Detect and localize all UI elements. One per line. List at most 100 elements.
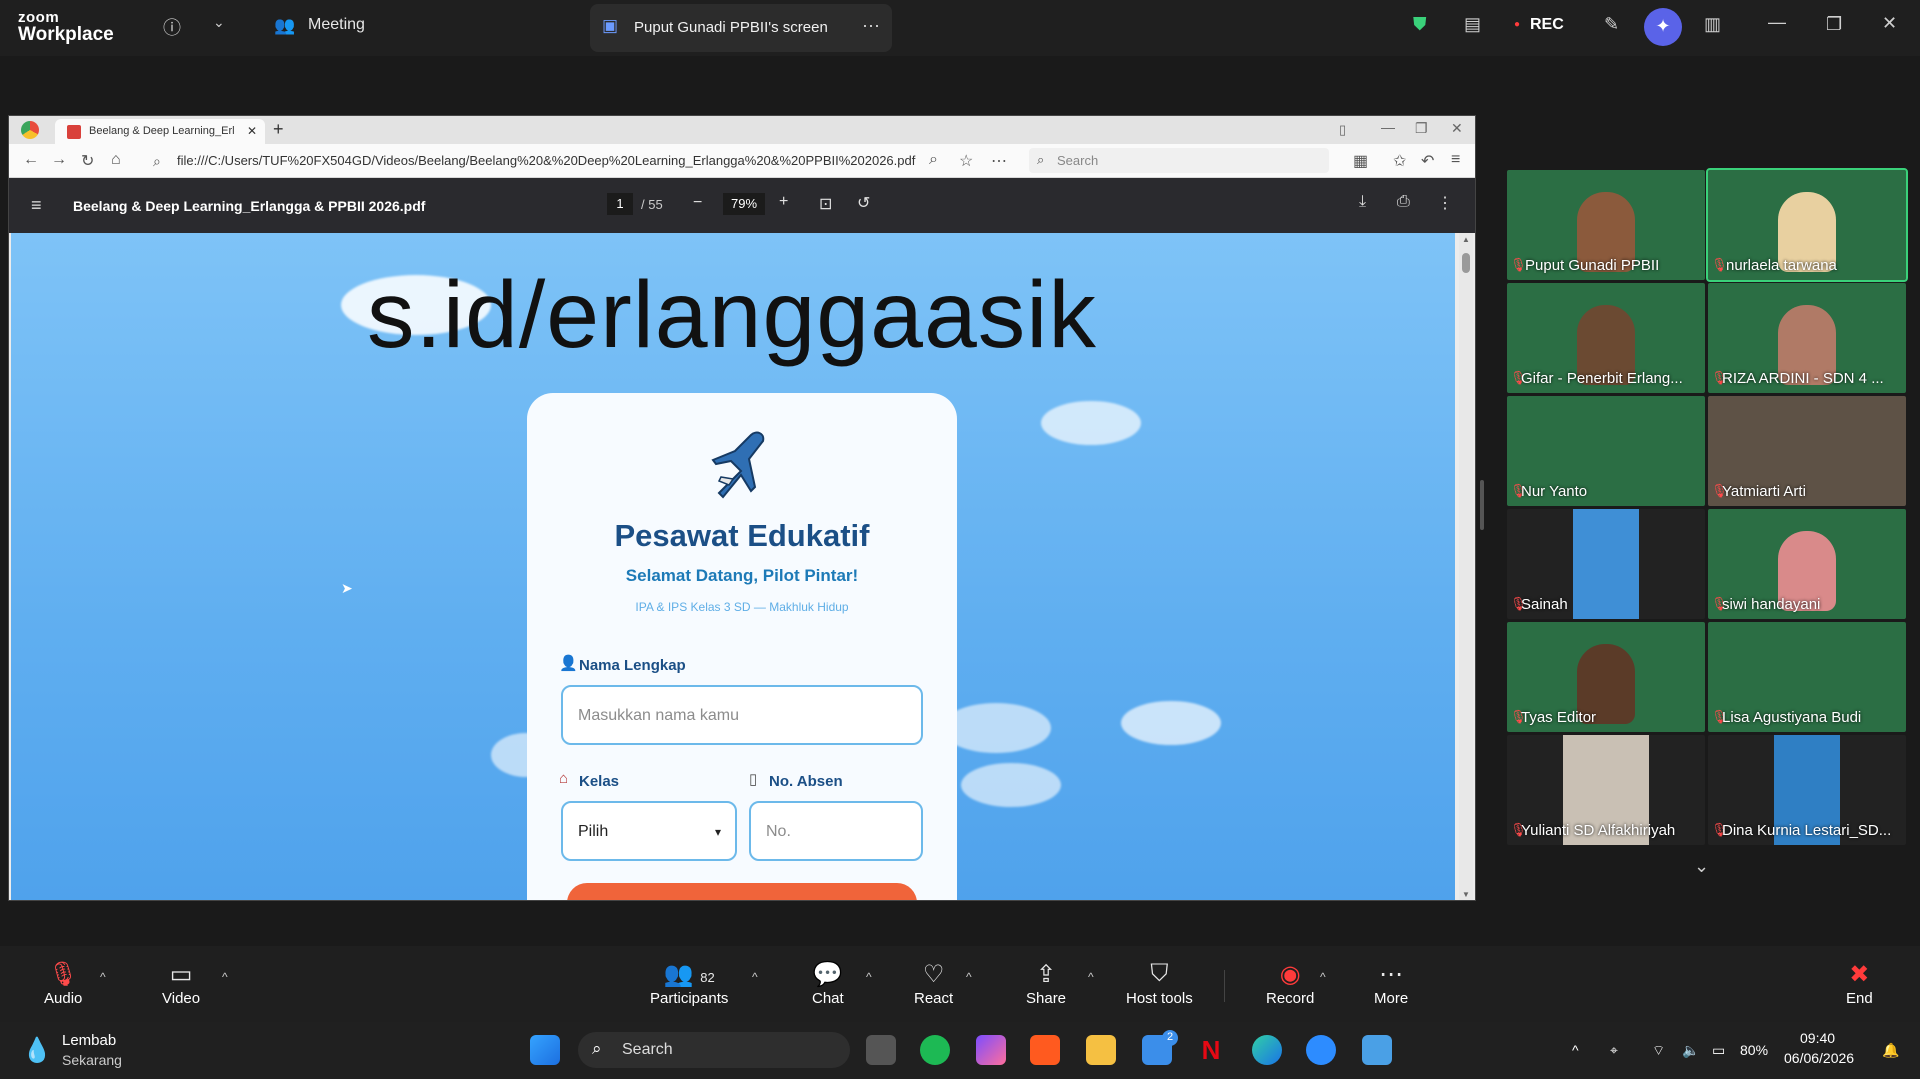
participant-tile[interactable]: 🎙 Puput Gunadi PPBII [1507, 170, 1705, 280]
browser-search-input[interactable]: ⌕ Search [1029, 148, 1329, 173]
participant-tile[interactable]: 🎙 RIZA ARDINI - SDN 4 ... [1708, 283, 1906, 393]
page-number-input[interactable]: 1 [607, 193, 633, 215]
absen-input[interactable]: No. [749, 801, 923, 861]
rotate-icon[interactable]: ↺ [857, 193, 870, 213]
bookmark-star-icon[interactable]: ☆ [959, 151, 973, 171]
more-options-icon[interactable]: ⋯ [862, 16, 880, 37]
start-button[interactable] [567, 883, 917, 900]
view-layout-icon[interactable]: ▥ [1704, 14, 1721, 35]
download-icon[interactable]: ⤓ [1359, 193, 1366, 211]
notes-icon[interactable]: ▤ [1464, 14, 1481, 35]
scroll-up-icon[interactable]: ▲ [1462, 235, 1470, 244]
home-icon[interactable]: ⌂ [111, 151, 121, 169]
extensions-icon[interactable]: ▦ [1353, 151, 1368, 171]
edge-browser-icon[interactable] [1252, 1035, 1282, 1065]
restore-icon[interactable]: ❐ [1826, 14, 1842, 35]
react-options-caret[interactable]: ^ [966, 970, 972, 984]
clock-time[interactable]: 09:40 [1800, 1030, 1835, 1046]
record-button[interactable]: ◉ Record [1266, 960, 1314, 1007]
participant-tile[interactable]: 🎙 Lisa Agustiyana Budi [1708, 622, 1906, 732]
forward-icon[interactable]: → [51, 151, 67, 169]
audio-options-caret[interactable]: ^ [100, 970, 106, 984]
pdf-scrollbar[interactable]: ▲ ▼ [1459, 233, 1473, 900]
pencil-icon[interactable]: ✎ [1604, 14, 1619, 35]
meeting-tab[interactable]: Meeting [308, 16, 365, 34]
rec-label[interactable]: REC [1530, 16, 1564, 34]
reload-icon[interactable]: ↻ [81, 151, 94, 171]
favorites-icon[interactable]: ✩ [1393, 151, 1406, 171]
zoom-level-input[interactable]: 79% [723, 193, 765, 215]
chat-button[interactable]: 💬 Chat [812, 960, 844, 1007]
file-explorer-icon[interactable] [1086, 1035, 1116, 1065]
fit-page-icon[interactable]: ⊡ [819, 194, 832, 214]
browser-minimize-icon[interactable]: — [1381, 119, 1395, 135]
browser-restore-icon[interactable]: ❐ [1415, 120, 1428, 137]
close-icon[interactable]: ✕ [1882, 13, 1897, 34]
tab-list-icon[interactable]: ▯ [1339, 122, 1346, 138]
more-button[interactable]: ⋯ More [1374, 960, 1408, 1007]
gallery-resize-handle[interactable] [1480, 480, 1484, 530]
zoom-page-icon[interactable]: ⌕ [929, 151, 938, 169]
notification-bell-icon[interactable]: 🔔 [1882, 1042, 1899, 1059]
participant-tile[interactable]: 🎙 siwi handayani [1708, 509, 1906, 619]
class-select[interactable]: Pilih ▾ [561, 801, 737, 861]
react-button[interactable]: ♡ React [914, 960, 953, 1007]
participant-tile[interactable]: 🎙 Yulianti SD Alfakhiriyah [1507, 735, 1705, 845]
volume-icon[interactable]: 🔈 [1682, 1042, 1699, 1059]
end-button[interactable]: ✖ End [1846, 960, 1873, 1007]
participant-tile[interactable]: 🎙 Tyas Editor [1507, 622, 1705, 732]
browser-menu-icon[interactable]: ≡ [1451, 151, 1460, 169]
info-icon[interactable]: ⓘ [163, 14, 181, 40]
brave-browser-icon[interactable] [1030, 1035, 1060, 1065]
print-icon[interactable]: ⎙ [1397, 193, 1410, 211]
participant-tile[interactable]: 🎙 Gifar - Penerbit Erlang... [1507, 283, 1705, 393]
history-icon[interactable]: ↶ [1421, 151, 1434, 171]
chat-options-caret[interactable]: ^ [866, 970, 872, 984]
participant-tile[interactable]: 🎙 Nur Yanto [1507, 396, 1705, 506]
taskbar-search[interactable]: ⌕ Search [578, 1032, 850, 1068]
participant-tile[interactable]: 🎙 Dina Kurnia Lestari_SD... [1708, 735, 1906, 845]
weather-status[interactable]: Lembab [62, 1032, 116, 1049]
clock-date[interactable]: 06/06/2026 [1784, 1050, 1854, 1066]
scroll-thumb[interactable] [1462, 253, 1470, 273]
audio-button[interactable]: 🎙 Audio [44, 960, 82, 1007]
video-options-caret[interactable]: ^ [222, 970, 228, 984]
participant-tile[interactable]: 🎙 Sainah [1507, 509, 1705, 619]
minimize-icon[interactable]: — [1768, 12, 1786, 33]
page-info-icon[interactable]: ⌕ [153, 153, 161, 170]
task-view-icon[interactable] [866, 1035, 896, 1065]
scroll-down-icon[interactable]: ▼ [1462, 890, 1470, 899]
name-input[interactable]: Masukkan nama kamu [561, 685, 923, 745]
battery-icon[interactable]: ▭ [1712, 1042, 1725, 1059]
chevron-down-icon[interactable]: ⌄ [213, 14, 225, 31]
photos-app-icon[interactable] [1362, 1035, 1392, 1065]
participants-options-caret[interactable]: ^ [752, 970, 758, 984]
participant-tile[interactable]: 🎙 nurlaela tarwana [1706, 168, 1908, 282]
host-tools-button[interactable]: ⛉ Host tools [1126, 960, 1193, 1007]
page-menu-icon[interactable]: ⋯ [991, 151, 1007, 171]
video-button[interactable]: ▭ Video [162, 960, 200, 1007]
url-bar[interactable]: file:///C:/Users/TUF%20FX504GD/Videos/Be… [177, 153, 915, 168]
copilot-icon[interactable] [976, 1035, 1006, 1065]
browser-close-icon[interactable]: ✕ [1451, 120, 1463, 137]
new-tab-icon[interactable]: + [273, 119, 284, 140]
record-options-caret[interactable]: ^ [1320, 970, 1326, 984]
start-windows-icon[interactable] [530, 1035, 560, 1065]
spotify-icon[interactable] [920, 1035, 950, 1065]
gallery-scroll-down-icon[interactable]: ⌄ [1694, 856, 1709, 877]
ai-companion-icon[interactable]: ✦ [1644, 8, 1682, 46]
location-icon[interactable]: ⌖ [1610, 1042, 1618, 1059]
back-icon[interactable]: ← [23, 151, 39, 169]
share-button[interactable]: ⇪ Share [1026, 960, 1066, 1007]
tray-overflow-icon[interactable]: ^ [1572, 1042, 1579, 1058]
participant-tile[interactable]: 🎙 Yatmiarti Arti [1708, 396, 1906, 506]
zoom-in-icon[interactable]: + [779, 193, 788, 211]
tab-close-icon[interactable]: ✕ [247, 124, 257, 138]
browser-tab[interactable]: Beelang & Deep Learning_Erl ✕ [55, 119, 265, 144]
netflix-icon[interactable]: N [1196, 1035, 1226, 1065]
sidebar-menu-icon[interactable]: ≡ [31, 195, 42, 216]
share-options-caret[interactable]: ^ [1088, 970, 1094, 984]
zoom-out-icon[interactable]: − [693, 194, 702, 212]
security-shield-icon[interactable]: ⛊ [1413, 14, 1427, 35]
participants-button[interactable]: 👥 82 Participants [650, 960, 728, 1007]
